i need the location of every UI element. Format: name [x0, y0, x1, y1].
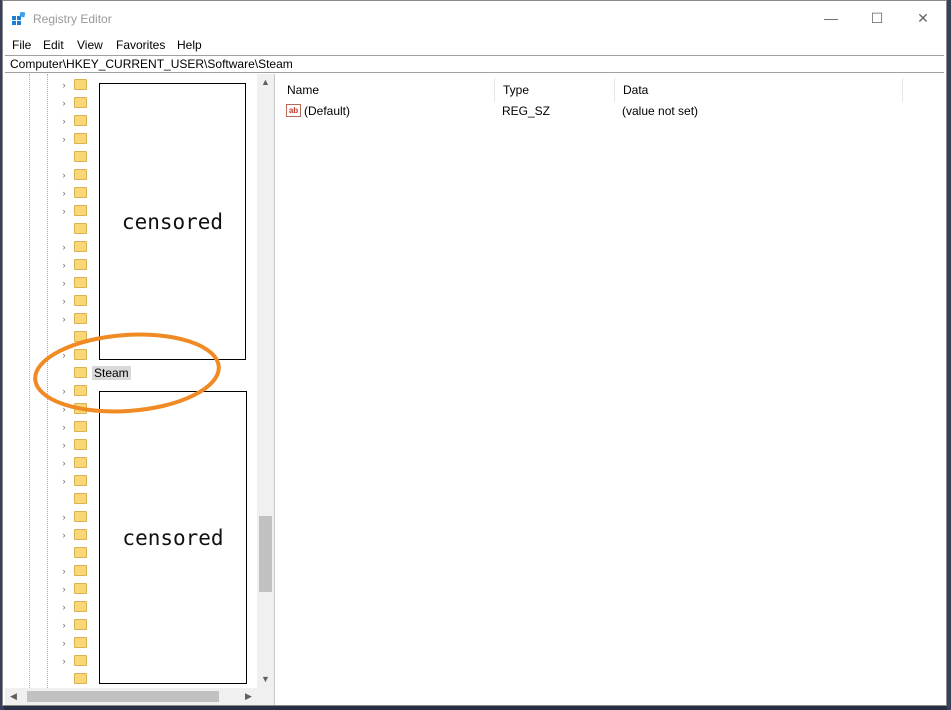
expand-chevron-icon[interactable]: › [59, 188, 69, 198]
scroll-down-icon[interactable]: ▼ [257, 671, 274, 688]
folder-icon [74, 673, 87, 684]
folder-icon [74, 241, 87, 252]
expand-chevron-icon[interactable]: › [59, 206, 69, 216]
folder-icon [74, 259, 87, 270]
column-header-type[interactable]: Type [495, 78, 615, 102]
maximize-icon: ☐ [870, 9, 884, 26]
string-value-icon: ab [286, 104, 301, 117]
minimize-button[interactable]: — [808, 1, 854, 35]
folder-icon [74, 97, 87, 108]
close-icon: ✕ [917, 9, 929, 26]
value-type: REG_SZ [502, 104, 551, 118]
folder-icon [74, 133, 87, 144]
expand-chevron-icon[interactable]: › [59, 134, 69, 144]
column-header-name[interactable]: Name [279, 78, 495, 102]
folder-icon [74, 601, 87, 612]
column-header-data[interactable]: Data [615, 78, 903, 102]
folder-icon [74, 169, 87, 180]
folder-icon [74, 547, 87, 558]
folder-icon [74, 79, 87, 90]
menu-help[interactable]: Help [177, 38, 202, 52]
folder-icon [74, 619, 87, 630]
menu-favorites[interactable]: Favorites [116, 38, 165, 52]
expand-chevron-icon[interactable]: › [59, 170, 69, 180]
maximize-button[interactable]: ☐ [854, 1, 900, 35]
tree-vertical-scrollbar[interactable]: ▲ ▼ [257, 74, 274, 688]
tree-vertical-scroll-thumb[interactable] [259, 516, 272, 592]
values-pane: Name Type Data ab (Default) REG_SZ (valu… [279, 74, 945, 705]
expand-chevron-icon[interactable]: › [59, 116, 69, 126]
value-row[interactable]: ab (Default) REG_SZ (value not set) [279, 102, 945, 120]
value-name: (Default) [304, 104, 351, 118]
folder-icon [74, 187, 87, 198]
window-title: Registry Editor [33, 12, 112, 26]
registry-editor-icon [12, 12, 26, 25]
folder-icon [74, 511, 87, 522]
folder-icon [74, 637, 87, 648]
menu-file[interactable]: File [12, 38, 31, 52]
folder-icon [74, 151, 87, 162]
tree-horizontal-scrollbar[interactable]: ◀ ▶ [5, 688, 257, 705]
expand-chevron-icon[interactable]: › [59, 98, 69, 108]
menu-edit[interactable]: Edit [43, 38, 64, 52]
title-bar[interactable]: Registry Editor — ☐ ✕ [3, 1, 946, 35]
scroll-left-icon[interactable]: ◀ [5, 688, 22, 705]
expand-chevron-icon[interactable]: › [59, 458, 69, 468]
censor-box-bottom: censored [99, 391, 247, 684]
expand-chevron-icon[interactable]: › [59, 314, 69, 324]
expand-chevron-icon[interactable]: › [59, 584, 69, 594]
folder-icon [74, 421, 87, 432]
address-bar[interactable]: Computer\HKEY_CURRENT_USER\Software\Stea… [5, 55, 944, 73]
censor-box-top: censored [99, 83, 246, 360]
folder-icon [74, 493, 87, 504]
menu-view[interactable]: View [77, 38, 103, 52]
scrollbar-corner [257, 688, 274, 705]
folder-icon [74, 205, 87, 216]
folder-icon [74, 583, 87, 594]
folder-icon [74, 313, 87, 324]
expand-chevron-icon[interactable]: › [59, 476, 69, 486]
folder-icon [74, 457, 87, 468]
expand-chevron-icon[interactable]: › [59, 242, 69, 252]
scroll-up-icon[interactable]: ▲ [257, 74, 274, 91]
close-button[interactable]: ✕ [900, 1, 946, 35]
folder-icon [74, 655, 87, 666]
expand-chevron-icon[interactable]: › [59, 530, 69, 540]
expand-chevron-icon[interactable]: › [59, 440, 69, 450]
expand-chevron-icon[interactable]: › [59, 566, 69, 576]
folder-icon [74, 115, 87, 126]
folder-icon [74, 439, 87, 450]
folder-icon [74, 223, 87, 234]
expand-chevron-icon[interactable]: › [59, 260, 69, 270]
minimize-icon: — [824, 10, 838, 26]
folder-icon [74, 565, 87, 576]
desktop-background-right [947, 0, 951, 710]
menu-bar: File Edit View Favorites Help [3, 35, 946, 55]
tree-horizontal-scroll-thumb[interactable] [27, 691, 219, 702]
folder-icon [74, 277, 87, 288]
expand-chevron-icon[interactable]: › [59, 620, 69, 630]
folder-icon [74, 295, 87, 306]
expand-chevron-icon[interactable]: › [59, 278, 69, 288]
expand-chevron-icon[interactable]: › [59, 80, 69, 90]
scroll-right-icon[interactable]: ▶ [240, 688, 257, 705]
expand-chevron-icon[interactable]: › [59, 656, 69, 666]
expand-chevron-icon[interactable]: › [59, 422, 69, 432]
expand-chevron-icon[interactable]: › [59, 638, 69, 648]
orange-highlight-ellipse [33, 332, 221, 414]
folder-icon [74, 529, 87, 540]
expand-chevron-icon[interactable]: › [59, 296, 69, 306]
value-data: (value not set) [622, 104, 699, 118]
expand-chevron-icon[interactable]: › [59, 602, 69, 612]
expand-chevron-icon[interactable]: › [59, 512, 69, 522]
folder-icon [74, 475, 87, 486]
